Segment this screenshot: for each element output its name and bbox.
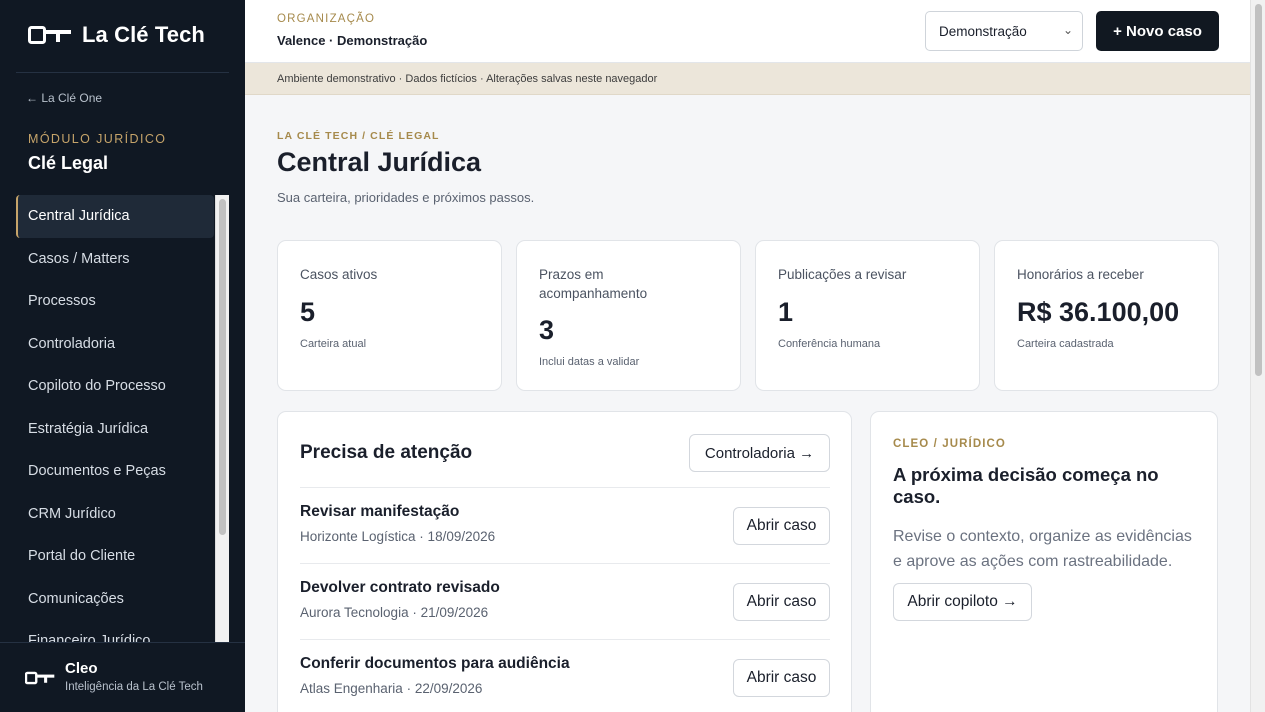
stat-value: 3 <box>539 315 555 345</box>
cleo-key-icon <box>25 671 55 685</box>
cleo-card: CLEO / JURÍDICO A próxima decisão começa… <box>870 411 1218 712</box>
stat-note: Inclui datas a validar <box>539 356 640 368</box>
attention-row-title: Conferir documentos para audiência <box>300 655 570 672</box>
sidebar-item-documentos[interactable]: Documentos e Peças <box>16 450 230 493</box>
stat-label: Prazos em acompanhamento <box>539 267 648 301</box>
open-copilot-button[interactable]: Abrir copiloto → <box>893 583 1032 621</box>
open-case-button[interactable]: Abrir caso <box>733 507 830 545</box>
attention-panel: Precisa de atenção Controladoria → Revis… <box>277 411 852 712</box>
attention-row: Revisar manifestação Horizonte Logística… <box>300 487 830 563</box>
attention-row-title: Devolver contrato revisado <box>300 579 500 596</box>
attention-row-meta: Atlas Engenharia · 22/09/2026 <box>300 681 483 696</box>
organization-select[interactable]: Demonstração ⌄ <box>925 11 1083 51</box>
stat-label: Honorários a receber <box>1017 267 1144 282</box>
controladoria-button[interactable]: Controladoria → <box>689 434 830 472</box>
page-title: Central Jurídica <box>277 147 482 177</box>
demo-banner: Ambiente demonstrativo · Dados fictícios… <box>245 63 1250 95</box>
sidebar-item-controladoria[interactable]: Controladoria <box>16 323 230 366</box>
stat-card-publicacoes: Publicações a revisar 1 Conferência huma… <box>755 240 980 391</box>
sidebar-item-crm[interactable]: CRM Jurídico <box>16 493 230 536</box>
cleo-subtitle: Inteligência da La Clé Tech <box>65 681 203 693</box>
attention-row-meta: Aurora Tecnologia · 21/09/2026 <box>300 605 489 620</box>
sidebar-item-central-juridica[interactable]: Central Jurídica <box>16 195 214 238</box>
sidebar-scrollbar-thumb[interactable] <box>219 199 226 535</box>
stat-value: 1 <box>778 297 794 327</box>
attention-row: Conferir documentos para audiência Atlas… <box>300 639 830 712</box>
sidebar-scrollbar[interactable] <box>215 195 229 642</box>
brand[interactable]: La Clé Tech <box>28 22 205 48</box>
page-subtitle: Sua carteira, prioridades e próximos pas… <box>277 190 535 205</box>
stat-note: Carteira atual <box>300 338 367 350</box>
sidebar-item-copiloto[interactable]: Copiloto do Processo <box>16 365 230 408</box>
sidebar-item-processos[interactable]: Processos <box>16 280 230 323</box>
cleo-name: Cleo <box>65 660 98 677</box>
stat-card-honorarios: Honorários a receber R$ 36.100,00 Cartei… <box>994 240 1219 391</box>
cleo-card-caption: CLEO / JURÍDICO <box>893 438 1006 450</box>
cleo-assistant[interactable]: Cleo Inteligência da La Clé Tech <box>0 642 245 712</box>
key-logo-icon <box>28 26 71 44</box>
module-caption: MÓDULO JURÍDICO <box>28 132 167 146</box>
sidebar-item-casos[interactable]: Casos / Matters <box>16 238 230 281</box>
stat-value: R$ 36.100,00 <box>1017 297 1180 327</box>
attention-row-meta: Horizonte Logística · 18/09/2026 <box>300 529 496 544</box>
attention-row: Devolver contrato revisado Aurora Tecnol… <box>300 563 830 639</box>
stat-value: 5 <box>300 297 316 327</box>
module-title: Clé Legal <box>28 153 109 173</box>
sidebar-item-financeiro[interactable]: Financeiro Jurídico <box>16 620 230 642</box>
chevron-down-icon: ⌄ <box>1062 23 1073 37</box>
brand-name: La Clé Tech <box>82 22 205 47</box>
sidebar-divider <box>16 72 229 73</box>
page-scrollbar[interactable] <box>1250 0 1265 712</box>
sidebar-item-estrategia[interactable]: Estratégia Jurídica <box>16 408 230 451</box>
attention-title: Precisa de atenção <box>300 442 473 463</box>
new-case-button[interactable]: + Novo caso <box>1096 11 1219 51</box>
stat-note: Carteira cadastrada <box>1017 338 1114 350</box>
stat-label: Casos ativos <box>300 267 378 282</box>
stat-card-casos-ativos: Casos ativos 5 Carteira atual <box>277 240 502 391</box>
sidebar-item-comunicacoes[interactable]: Comunicações <box>16 578 230 621</box>
open-case-button[interactable]: Abrir caso <box>733 583 830 621</box>
topbar: ORGANIZAÇÃO Valence · Demonstração Demon… <box>245 0 1250 63</box>
cleo-card-title: A próxima decisão começa no caso. <box>893 464 1159 507</box>
attention-row-title: Revisar manifestação <box>300 503 460 520</box>
sidebar-item-portal[interactable]: Portal do Cliente <box>16 535 230 578</box>
cleo-card-text: Revise o contexto, organize as evidência… <box>893 528 1192 570</box>
page-scrollbar-thumb[interactable] <box>1255 4 1262 376</box>
stat-label: Publicações a revisar <box>778 267 907 282</box>
stat-note: Conferência humana <box>778 338 881 350</box>
organization-name: Valence · Demonstração <box>277 33 428 48</box>
stat-card-prazos: Prazos em acompanhamento 3 Inclui datas … <box>516 240 741 391</box>
back-link[interactable]: ← La Clé One <box>26 91 102 105</box>
organization-select-value: Demonstração <box>939 23 1027 39</box>
sidebar-nav: Central Jurídica Casos / Matters Process… <box>16 195 230 642</box>
sidebar: La Clé Tech ← La Clé One MÓDULO JURÍDICO… <box>0 0 245 712</box>
organization-caption: ORGANIZAÇÃO <box>277 13 376 25</box>
breadcrumb: LA CLÉ TECH / CLÉ LEGAL <box>277 130 440 142</box>
open-case-button[interactable]: Abrir caso <box>733 659 830 697</box>
